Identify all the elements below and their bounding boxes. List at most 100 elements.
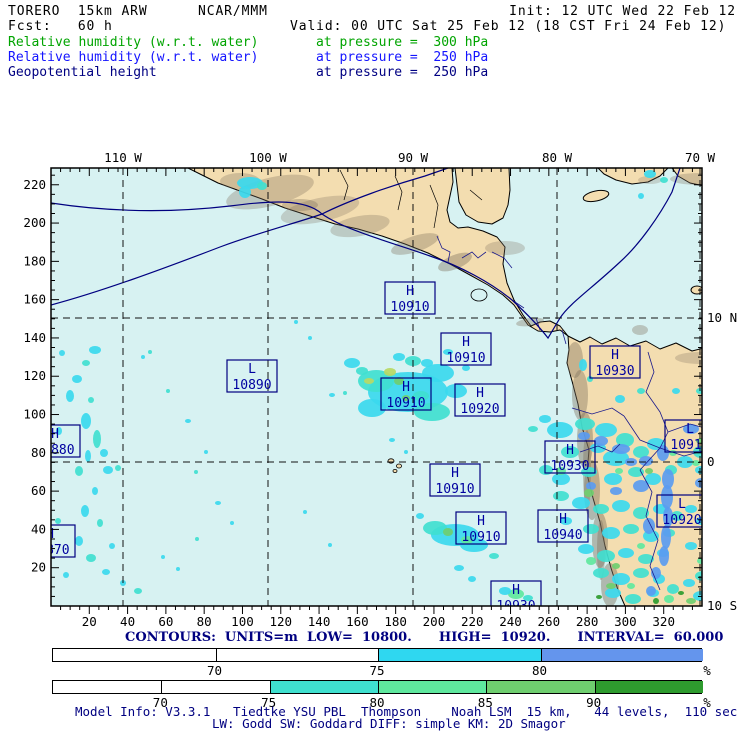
rh-patch (215, 501, 221, 505)
left-axis-label: 120 (23, 368, 46, 383)
bottom-axis-label: 80 (197, 614, 212, 629)
colorbar-tick (378, 649, 379, 661)
hl-marker-letter: H (477, 514, 485, 529)
rh-patch (711, 579, 723, 587)
rh-patch (593, 504, 609, 514)
hl-marker-letter: L (248, 362, 256, 377)
rh-patch (329, 393, 335, 397)
hl-marker-letter: L (686, 422, 694, 437)
hl-marker-value: 10890 (232, 378, 271, 393)
colorbar-tick-label: 75 (369, 663, 385, 678)
rh-patch (141, 355, 145, 359)
colorbar-segment (540, 649, 703, 661)
rh-patch (633, 568, 649, 578)
rh-patch (623, 524, 639, 534)
hl-marker-letter: H (462, 335, 470, 350)
rh-patch (328, 543, 332, 547)
rh-patch (730, 535, 740, 543)
rh-patch (638, 193, 644, 199)
colorbar-segment (53, 681, 162, 693)
rh-patch (579, 359, 587, 371)
rh-patch (667, 584, 679, 594)
colorbar-tick (594, 681, 596, 693)
right-axis-label: 10 N (707, 310, 737, 325)
rh-patch (716, 464, 726, 472)
rh-patch (445, 384, 467, 398)
colorbar-tick (540, 649, 542, 661)
right-axis-label: 10 S (707, 598, 737, 613)
colorbar-segment (53, 649, 216, 661)
rh-patch (358, 399, 386, 417)
rh-patch (586, 482, 596, 490)
rh-patch (701, 536, 702, 542)
rh-patch (82, 360, 90, 366)
rh-patch (627, 583, 635, 589)
bottom-axis-label: 240 (499, 614, 522, 629)
bottom-axis-label: 20 (82, 614, 97, 629)
rh-patch (81, 505, 89, 517)
rh-patch (594, 436, 608, 446)
left-axis-label: 100 (23, 407, 46, 422)
rh-patch (356, 367, 368, 375)
bottom-axis-label: 180 (384, 614, 407, 629)
rh-patch (593, 568, 609, 578)
rh-patch (661, 485, 673, 509)
rh-patch (75, 466, 83, 476)
rh-patch (596, 595, 602, 599)
rh-patch (86, 554, 96, 562)
rh-patch (194, 470, 198, 474)
rh-patch (454, 565, 464, 571)
rh-patch (643, 518, 655, 534)
rh-patch (602, 527, 620, 539)
rh-patch (660, 177, 668, 183)
rh-patch (597, 550, 615, 562)
rh-patch (731, 419, 740, 429)
left-axis-label: 80 (31, 445, 46, 460)
rh-patch (85, 450, 91, 462)
rh-patch (730, 589, 740, 597)
rh-patch (678, 591, 684, 595)
colorbar-segment (378, 681, 487, 693)
hl-marker-letter: H (559, 512, 567, 527)
rh-patch (443, 528, 453, 536)
rh-patch (102, 569, 110, 575)
bottom-axis-label: 260 (538, 614, 561, 629)
model-info-line2: LW: Godd SW: Goddard DIFF: simple KM: 2D… (212, 716, 566, 731)
hl-marker-value: 10870 (30, 543, 69, 558)
rh-patch (578, 544, 594, 554)
bottom-axis-label: 140 (308, 614, 331, 629)
top-axis-label: 100 W (249, 150, 287, 165)
colorbar-tick (215, 649, 217, 661)
rh-patch (586, 557, 596, 565)
rh-patch (710, 513, 720, 519)
rh-patch (618, 548, 634, 558)
rh-patch (578, 432, 590, 440)
bottom-axis-label: 120 (269, 614, 292, 629)
rh-patch (166, 389, 170, 393)
rh-patch (584, 489, 594, 497)
rh-patch (75, 536, 83, 546)
rh-patch (727, 583, 735, 589)
bottom-axis-label: 100 (231, 614, 254, 629)
rh-patch (707, 425, 719, 433)
rh-patch (672, 388, 680, 394)
right-axis-label: 0 (707, 454, 715, 469)
rh-patch (185, 419, 191, 423)
rh-patch (637, 388, 645, 394)
colorbar-unit-label: % (703, 663, 711, 678)
rh-patch (723, 568, 735, 578)
rh-patch (659, 546, 669, 566)
rh-patch (303, 510, 307, 514)
rh-patch (683, 579, 695, 587)
rh-patch (572, 497, 590, 509)
hl-marker-value: 10910 (435, 482, 474, 497)
rh-patch (637, 543, 645, 549)
rh-patch (89, 346, 101, 354)
rh-patch (625, 594, 641, 604)
left-axis-label: 60 (31, 483, 46, 498)
rh-patch (239, 186, 251, 198)
rh-patch (695, 466, 702, 474)
hl-marker-letter: H (611, 348, 619, 363)
rh-patch (204, 450, 208, 454)
hl-marker-value: 10920 (460, 402, 499, 417)
